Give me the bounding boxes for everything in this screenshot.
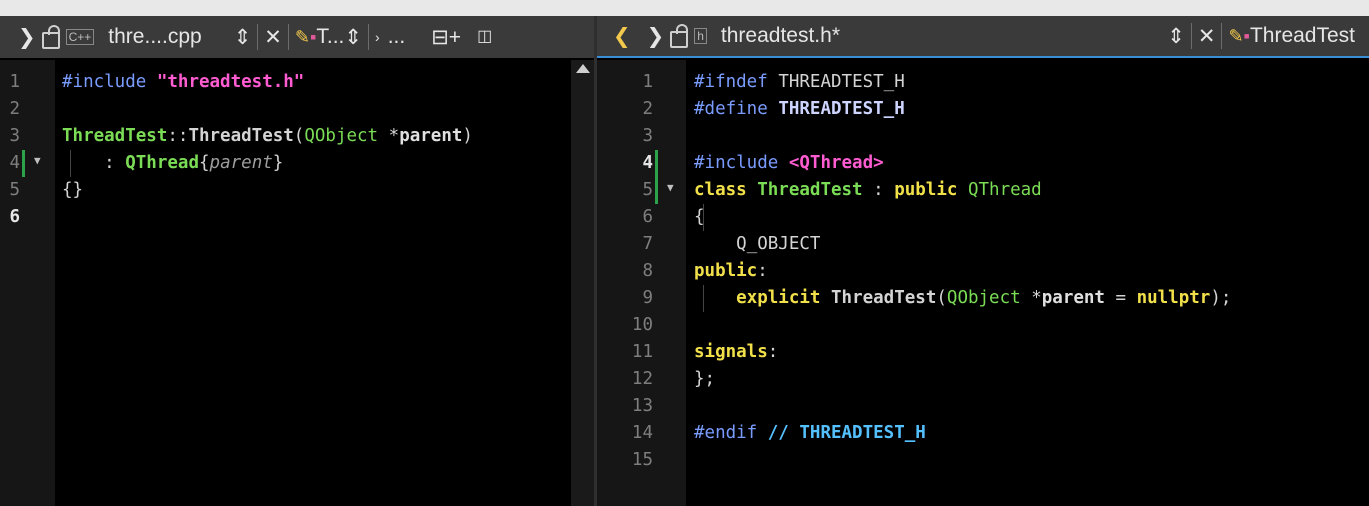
close-document-button[interactable]: ✕ xyxy=(264,27,282,48)
line-number: 2 xyxy=(9,99,20,119)
line-number: 7 xyxy=(642,234,653,254)
chevron-right-small-icon: › xyxy=(375,29,380,45)
line-number: 5 xyxy=(9,180,20,200)
class-combo[interactable]: ✎▪ ThreadTest xyxy=(1228,24,1355,48)
modified-line-marker xyxy=(22,150,25,177)
code-line: #include <QThread> xyxy=(694,153,884,173)
updown-icon: ⇕ xyxy=(233,25,252,49)
nav-forward-button[interactable]: ❯ xyxy=(18,27,36,48)
line-number: 6 xyxy=(9,207,20,227)
line-number: 12 xyxy=(631,369,653,389)
line-number: 15 xyxy=(631,450,653,470)
chevron-left-icon: ❮ xyxy=(613,24,631,48)
symbol-combo-label: ... xyxy=(387,25,406,48)
line-number-gutter: 1 2 3 4 5 6 7 8 9 10 11 12 13 14 15 ▼ xyxy=(597,60,686,506)
symbol-combo[interactable]: › ... xyxy=(375,25,405,49)
code-line: ThreadTest::ThreadTest(QObject *parent) xyxy=(62,126,473,146)
close-split-icon: ◫ xyxy=(477,28,493,45)
toolbar-separator xyxy=(368,24,370,50)
updown-icon: ⇕ xyxy=(344,25,363,49)
nav-back-button[interactable]: ❮ xyxy=(613,26,631,47)
open-documents-combo[interactable]: threadtest.h* xyxy=(721,24,840,48)
code-line: : QThread{parent} xyxy=(104,153,284,173)
unlock-icon xyxy=(670,23,689,48)
document-switch-button[interactable]: ⇕ xyxy=(234,27,252,48)
unlock-icon xyxy=(41,24,60,49)
lock-button[interactable] xyxy=(670,23,689,48)
toolbar-separator xyxy=(1190,23,1192,49)
class-combo[interactable]: ✎▪ T... ⇕ xyxy=(295,25,362,49)
line-number: 11 xyxy=(631,342,653,362)
code-line: public: xyxy=(694,261,768,281)
class-icon: ✎▪ xyxy=(294,26,317,47)
line-number: 2 xyxy=(642,99,653,119)
toolbar-separator xyxy=(1221,23,1223,49)
code-line: { xyxy=(694,207,705,227)
class-combo-label: T... xyxy=(316,25,345,48)
editor-toolbar-right: ❮ ❯ h threadtest.h* ⇕ ✕ ✎▪ ThreadTest xyxy=(597,16,1369,58)
class-icon: ✎▪ xyxy=(1228,25,1250,46)
toolbar-separator xyxy=(287,24,289,50)
code-line: }; xyxy=(694,369,716,389)
line-number: 3 xyxy=(9,126,20,146)
editor-pane-right: ❮ ❯ h threadtest.h* ⇕ ✕ ✎▪ ThreadTest 1 … xyxy=(597,16,1369,506)
close-icon: ✕ xyxy=(1197,24,1216,48)
open-documents-combo[interactable]: thre....cpp xyxy=(108,25,201,49)
split-icon: ⊟+ xyxy=(431,25,462,49)
close-icon: ✕ xyxy=(264,25,282,49)
line-number: 10 xyxy=(631,315,653,335)
chevron-right-icon: ❯ xyxy=(646,24,665,48)
cpp-file-icon: C++ xyxy=(65,29,95,45)
class-combo-label: ThreadTest xyxy=(1249,24,1355,47)
line-number-gutter: 1 2 3 4 5 6 ▼ xyxy=(0,60,55,506)
document-switch-button[interactable]: ⇕ xyxy=(1167,26,1185,47)
code-line: {} xyxy=(62,180,84,200)
code-line: #endif // THREADTEST_H xyxy=(694,423,926,443)
code-line: #define THREADTEST_H xyxy=(694,99,905,119)
toolbar-separator xyxy=(257,24,259,50)
close-document-button[interactable]: ✕ xyxy=(1198,26,1216,47)
code-line: Q_OBJECT xyxy=(736,234,821,254)
line-number: 9 xyxy=(642,288,653,308)
close-split-button[interactable]: ◫ xyxy=(477,29,492,45)
line-number: 8 xyxy=(642,261,653,281)
fold-arrow-icon[interactable]: ▼ xyxy=(667,181,674,194)
fold-arrow-icon[interactable]: ▼ xyxy=(34,154,41,167)
editor-toolbar-left: ❯ C++ thre....cpp ⇕ ✕ ✎▪ T... ⇕ › ... ⊟+… xyxy=(0,16,595,58)
code-line: explicit ThreadTest(QObject *parent = nu… xyxy=(736,288,1232,308)
line-number: 13 xyxy=(631,396,653,416)
updown-icon: ⇕ xyxy=(1167,24,1185,48)
lock-button[interactable] xyxy=(41,24,60,49)
modified-line-marker xyxy=(655,150,658,177)
file-name-label: threadtest.h* xyxy=(720,24,840,47)
line-number: 3 xyxy=(642,126,653,146)
header-file-icon: h xyxy=(694,28,707,44)
line-number: 5 xyxy=(642,180,653,200)
scroll-up-arrow-icon[interactable] xyxy=(576,64,590,73)
code-line: signals: xyxy=(694,342,779,362)
line-number: 6 xyxy=(642,207,653,227)
chevron-right-icon: ❯ xyxy=(18,25,36,49)
code-line: #include "threadtest.h" xyxy=(62,72,305,92)
nav-forward-button[interactable]: ❯ xyxy=(647,26,665,47)
modified-line-marker xyxy=(655,177,658,204)
window-top-strip xyxy=(0,0,1369,16)
code-editor-right[interactable]: 1 2 3 4 5 6 7 8 9 10 11 12 13 14 15 ▼ #i… xyxy=(597,60,1369,506)
file-name-label: thre....cpp xyxy=(108,25,202,48)
line-number: 4 xyxy=(642,153,653,173)
code-editor-left[interactable]: 1 2 3 4 5 6 ▼ #include "threadtest.h" Th… xyxy=(0,60,595,506)
line-number: 1 xyxy=(9,72,20,92)
line-number: 14 xyxy=(631,423,653,443)
line-number: 4 xyxy=(9,153,20,173)
editor-pane-left: ❯ C++ thre....cpp ⇕ ✕ ✎▪ T... ⇕ › ... ⊟+… xyxy=(0,16,595,506)
split-button[interactable]: ⊟+ xyxy=(431,27,461,48)
code-line: class ThreadTest : public QThread xyxy=(694,180,1042,200)
code-line: #ifndef THREADTEST_H xyxy=(694,72,905,92)
line-number: 1 xyxy=(642,72,653,92)
vertical-scrollbar[interactable] xyxy=(571,60,595,506)
